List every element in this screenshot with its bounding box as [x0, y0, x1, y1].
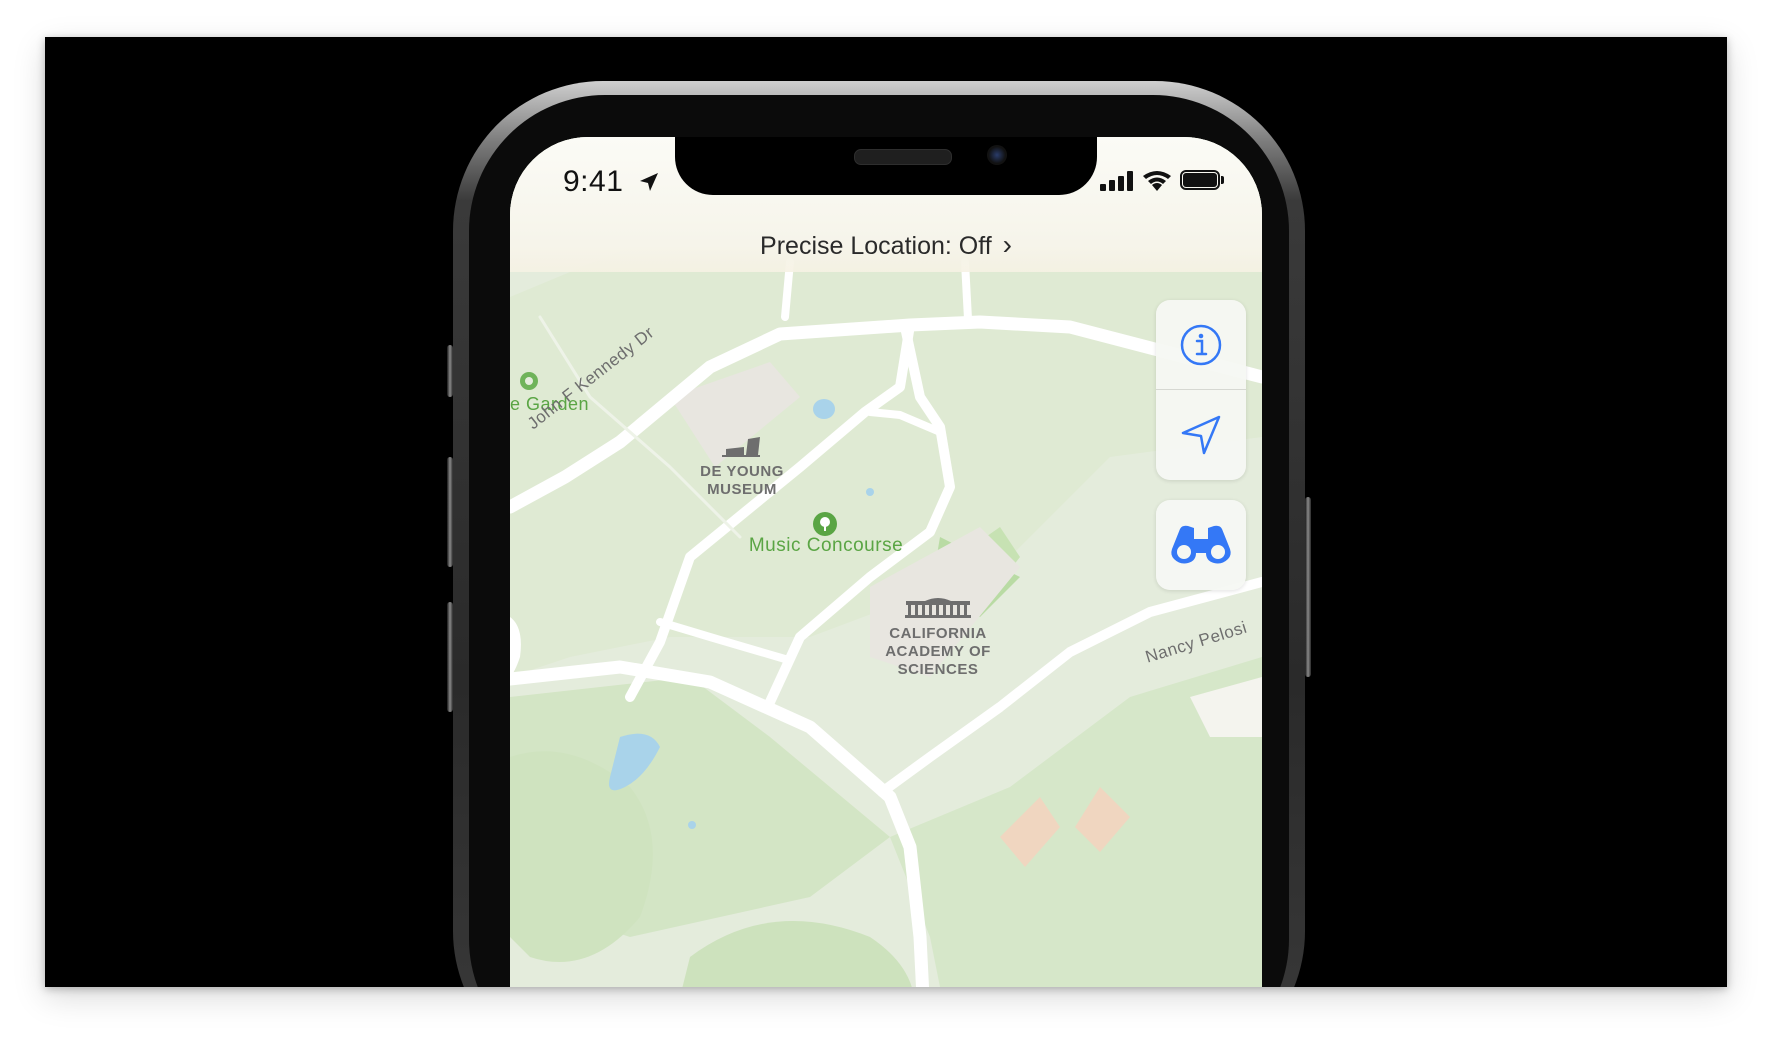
navigation-arrow-icon	[1181, 415, 1221, 455]
look-around-button[interactable]	[1156, 500, 1246, 590]
academy-label[interactable]: CALIFORNIA ACADEMY OF SCIENCES	[878, 625, 998, 679]
academy-label-line1: CALIFORNIA	[889, 625, 987, 642]
binoculars-icon	[1171, 525, 1231, 564]
notch	[675, 137, 1097, 195]
info-button[interactable]	[1156, 300, 1246, 390]
earpiece-speaker	[854, 149, 952, 165]
chevron-right-icon: ›	[1002, 229, 1012, 260]
music-concourse-label[interactable]: Music Concourse	[740, 536, 912, 555]
academy-label-line2: ACADEMY OF	[885, 643, 991, 660]
academy-label-line3: SCIENCES	[897, 661, 979, 678]
phone-screen: e Garden John F Kennedy Dr DE YOUNG MUSE…	[510, 137, 1262, 987]
precise-location-banner[interactable]: Precise Location: Off ›	[510, 229, 1262, 261]
front-camera	[987, 145, 1007, 165]
cellular-signal-icon	[1100, 171, 1133, 191]
volume-down-button	[447, 602, 453, 712]
garden-poi-inner	[525, 377, 533, 385]
video-frame: e Garden John F Kennedy Dr DE YOUNG MUSE…	[45, 37, 1727, 987]
power-button	[1305, 497, 1311, 677]
status-bar: 9:41 Precise Location: Off ›	[510, 137, 1262, 272]
academy-building-icon[interactable]	[905, 597, 971, 619]
battery-icon	[1180, 170, 1226, 192]
tree-poi-icon[interactable]	[813, 512, 837, 536]
de-young-label-line2: MUSEUM	[707, 481, 777, 498]
info-icon	[1180, 324, 1222, 366]
mute-switch	[447, 345, 453, 397]
location-arrow-icon	[638, 171, 660, 198]
precise-location-label: Precise Location: Off	[760, 232, 992, 260]
wifi-icon	[1143, 171, 1171, 191]
de-young-building-icon[interactable]	[720, 437, 762, 459]
map-controls-panel	[1156, 300, 1246, 480]
de-young-label[interactable]: DE YOUNG MUSEUM	[686, 463, 798, 499]
status-time: 9:41	[563, 165, 624, 198]
locate-me-button[interactable]	[1156, 390, 1246, 480]
volume-up-button	[447, 457, 453, 567]
de-young-label-line1: DE YOUNG	[700, 463, 784, 480]
